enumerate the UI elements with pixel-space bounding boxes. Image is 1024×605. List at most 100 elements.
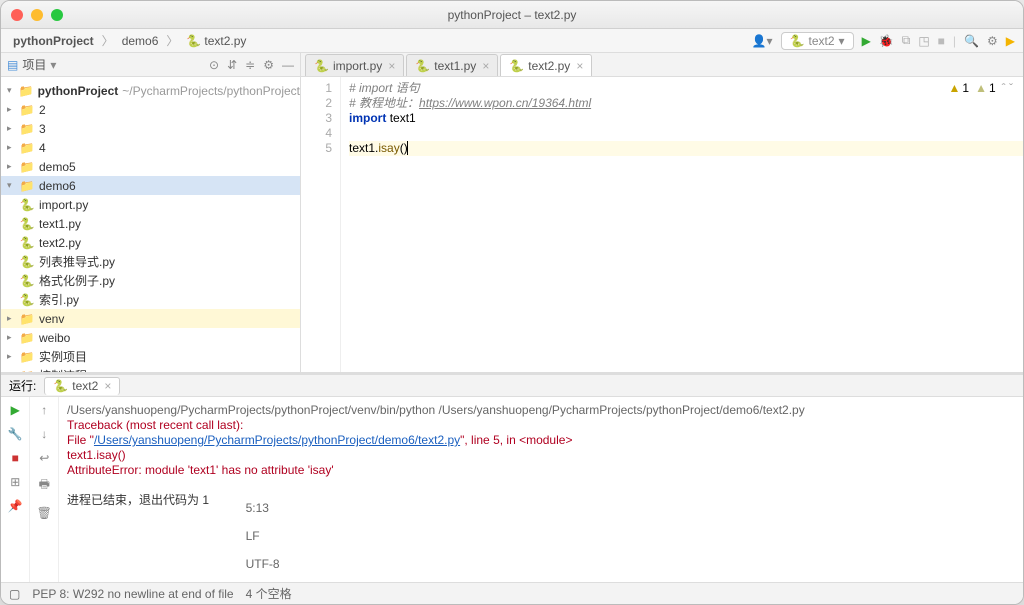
tree-item[interactable]: ▸📁2: [1, 100, 300, 119]
code-url[interactable]: https://www.wpon.cn/19364.html: [419, 96, 591, 110]
code-comment: # import 语句: [349, 81, 420, 95]
gutter: 12345: [301, 77, 341, 372]
caret-position[interactable]: 5:13: [246, 501, 1015, 515]
search-icon[interactable]: 🔍: [964, 34, 979, 48]
stop-button[interactable]: ■: [12, 451, 19, 465]
close-icon[interactable]: ×: [104, 379, 111, 393]
stop-button[interactable]: ■: [938, 34, 945, 48]
collapse-all-icon[interactable]: ≑: [245, 58, 255, 72]
editor-tab[interactable]: 🐍text1.py×: [406, 54, 498, 76]
tree-item[interactable]: 🐍text1.py: [1, 214, 300, 233]
python-file-icon: 🐍: [790, 34, 805, 48]
indent-setting[interactable]: 4 个空格: [246, 585, 1015, 602]
tree-item[interactable]: ▸📁demo5: [1, 157, 300, 176]
chevron-right-icon: 〉: [102, 32, 114, 49]
file-encoding[interactable]: UTF-8: [246, 557, 1015, 571]
expand-all-icon[interactable]: ⇵: [227, 58, 237, 72]
editor-tab[interactable]: 🐍import.py×: [305, 54, 404, 76]
editor-area: 🐍import.py×🐍text1.py×🐍text2.py× 12345 # …: [301, 53, 1023, 372]
console-line: Traceback (most recent call last):: [67, 418, 1015, 433]
chevron-down-icon[interactable]: ▾: [50, 58, 56, 72]
show-options-icon[interactable]: ⚙: [263, 58, 274, 72]
python-file-icon: 🐍: [509, 59, 524, 73]
tree-item[interactable]: ▾📁demo6: [1, 176, 300, 195]
breadcrumb-item[interactable]: demo6: [118, 32, 163, 50]
run-side-toolbar: ▶ 🔧 ■ ⊞ 📌 ↑ ↓ ↩ 🖶 🗑: [1, 397, 59, 582]
run-button[interactable]: ▶: [862, 34, 871, 48]
clear-button[interactable]: 🗑: [37, 506, 52, 520]
close-icon[interactable]: ×: [482, 59, 489, 73]
code-area[interactable]: # import 语句 # 教程地址：https://www.wpon.cn/1…: [341, 77, 1023, 372]
soft-wrap-button[interactable]: ↩: [39, 451, 49, 465]
user-icon[interactable]: 👤▾: [752, 34, 773, 48]
tool-windows-button[interactable]: ▢: [9, 587, 20, 601]
project-panel-title: 项目: [22, 56, 46, 73]
titlebar: pythonProject – text2.py: [1, 1, 1023, 29]
project-tool-window: ▤ 项目 ▾ ⊙ ⇵ ≑ ⚙ — ▾📁pythonProject~/Pychar…: [1, 53, 301, 372]
debug-button[interactable]: 🐞: [879, 34, 894, 48]
status-bar: ▢ PEP 8: W292 no newline at end of file …: [1, 582, 1023, 604]
status-message: PEP 8: W292 no newline at end of file: [32, 587, 233, 601]
inspection-badges[interactable]: ▲1 ▲1 ˆ ˇ: [949, 81, 1013, 95]
editor-tab[interactable]: 🐍text2.py×: [500, 54, 592, 76]
run-tab[interactable]: 🐍 text2 ×: [44, 377, 120, 395]
code-editor[interactable]: 12345 # import 语句 # 教程地址：https://www.wpo…: [301, 77, 1023, 372]
project-icon: ▤: [7, 58, 18, 72]
project-panel-header: ▤ 项目 ▾ ⊙ ⇵ ≑ ⚙ —: [1, 53, 300, 77]
tree-item[interactable]: ▸📁3: [1, 119, 300, 138]
console-file-link[interactable]: /Users/yanshuopeng/PycharmProjects/pytho…: [94, 433, 460, 447]
tree-item[interactable]: 🐍格式化例子.py: [1, 271, 300, 290]
settings-icon[interactable]: ⚙: [987, 34, 998, 48]
breadcrumb-item[interactable]: 🐍 text2.py: [182, 32, 250, 50]
console-error: AttributeError: module 'text1' has no at…: [67, 463, 1015, 478]
close-icon[interactable]: ×: [388, 59, 395, 73]
breadcrumb-item[interactable]: pythonProject: [9, 32, 98, 50]
pin-button[interactable]: 📌: [8, 499, 23, 513]
layout-button[interactable]: ⊞: [10, 475, 20, 489]
python-file-icon: 🐍: [415, 59, 430, 73]
modify-run-button[interactable]: 🔧: [8, 427, 23, 441]
chevron-down-icon: ▾: [839, 34, 845, 48]
tree-item[interactable]: 🐍import.py: [1, 195, 300, 214]
chevron-icon[interactable]: ˆ ˇ: [1002, 81, 1013, 95]
python-file-icon: 🐍: [53, 379, 68, 393]
tree-item[interactable]: ▸📁实例项目: [1, 347, 300, 366]
tree-item[interactable]: 🐍索引.py: [1, 290, 300, 309]
console-cmd: /Users/yanshuopeng/PycharmProjects/pytho…: [67, 403, 1015, 418]
python-file-icon: 🐍: [314, 59, 329, 73]
ide-window: pythonProject – text2.py pythonProject 〉…: [0, 0, 1024, 605]
profile-button[interactable]: ◳: [918, 34, 929, 48]
tree-item[interactable]: 🐍text2.py: [1, 233, 300, 252]
print-button[interactable]: 🖶: [39, 475, 50, 496]
tree-root[interactable]: ▾📁pythonProject~/PycharmProjects/pythonP…: [1, 81, 300, 100]
editor-tabs: 🐍import.py×🐍text1.py×🐍text2.py×: [301, 53, 1023, 77]
weak-warning-icon: ▲: [975, 81, 987, 95]
window-maximize-button[interactable]: [51, 9, 63, 21]
rerun-button[interactable]: ▶: [11, 403, 20, 417]
run-anything-icon[interactable]: ▶: [1006, 34, 1015, 48]
up-stack-button[interactable]: ↑: [41, 403, 47, 417]
coverage-button[interactable]: ⧉: [902, 33, 911, 48]
tree-item[interactable]: ▸📁4: [1, 138, 300, 157]
run-panel-title: 运行:: [9, 377, 36, 394]
breadcrumb: pythonProject 〉 demo6 〉 🐍 text2.py: [9, 32, 250, 50]
tree-item[interactable]: ▸📁weibo: [1, 328, 300, 347]
caret: ​: [407, 141, 408, 155]
console-line: text1.isay(): [67, 448, 1015, 463]
python-file-icon: 🐍: [186, 34, 201, 48]
line-separator[interactable]: LF: [246, 529, 1015, 543]
run-config-selector[interactable]: 🐍 text2 ▾: [781, 32, 854, 50]
navbar: pythonProject 〉 demo6 〉 🐍 text2.py 👤▾ 🐍 …: [1, 29, 1023, 53]
tree-item[interactable]: ▸📁venv: [1, 309, 300, 328]
project-tree[interactable]: ▾📁pythonProject~/PycharmProjects/pythonP…: [1, 77, 300, 372]
close-icon[interactable]: ×: [576, 59, 583, 73]
tree-item[interactable]: 🐍列表推导式.py: [1, 252, 300, 271]
down-stack-button[interactable]: ↓: [41, 427, 47, 441]
window-minimize-button[interactable]: [31, 9, 43, 21]
window-close-button[interactable]: [11, 9, 23, 21]
window-title: pythonProject – text2.py: [1, 8, 1023, 22]
select-opened-file-icon[interactable]: ⊙: [209, 58, 219, 72]
run-panel-header: 运行: 🐍 text2 ×: [1, 375, 1023, 397]
hide-panel-icon[interactable]: —: [282, 58, 294, 72]
warning-icon: ▲: [949, 81, 961, 95]
